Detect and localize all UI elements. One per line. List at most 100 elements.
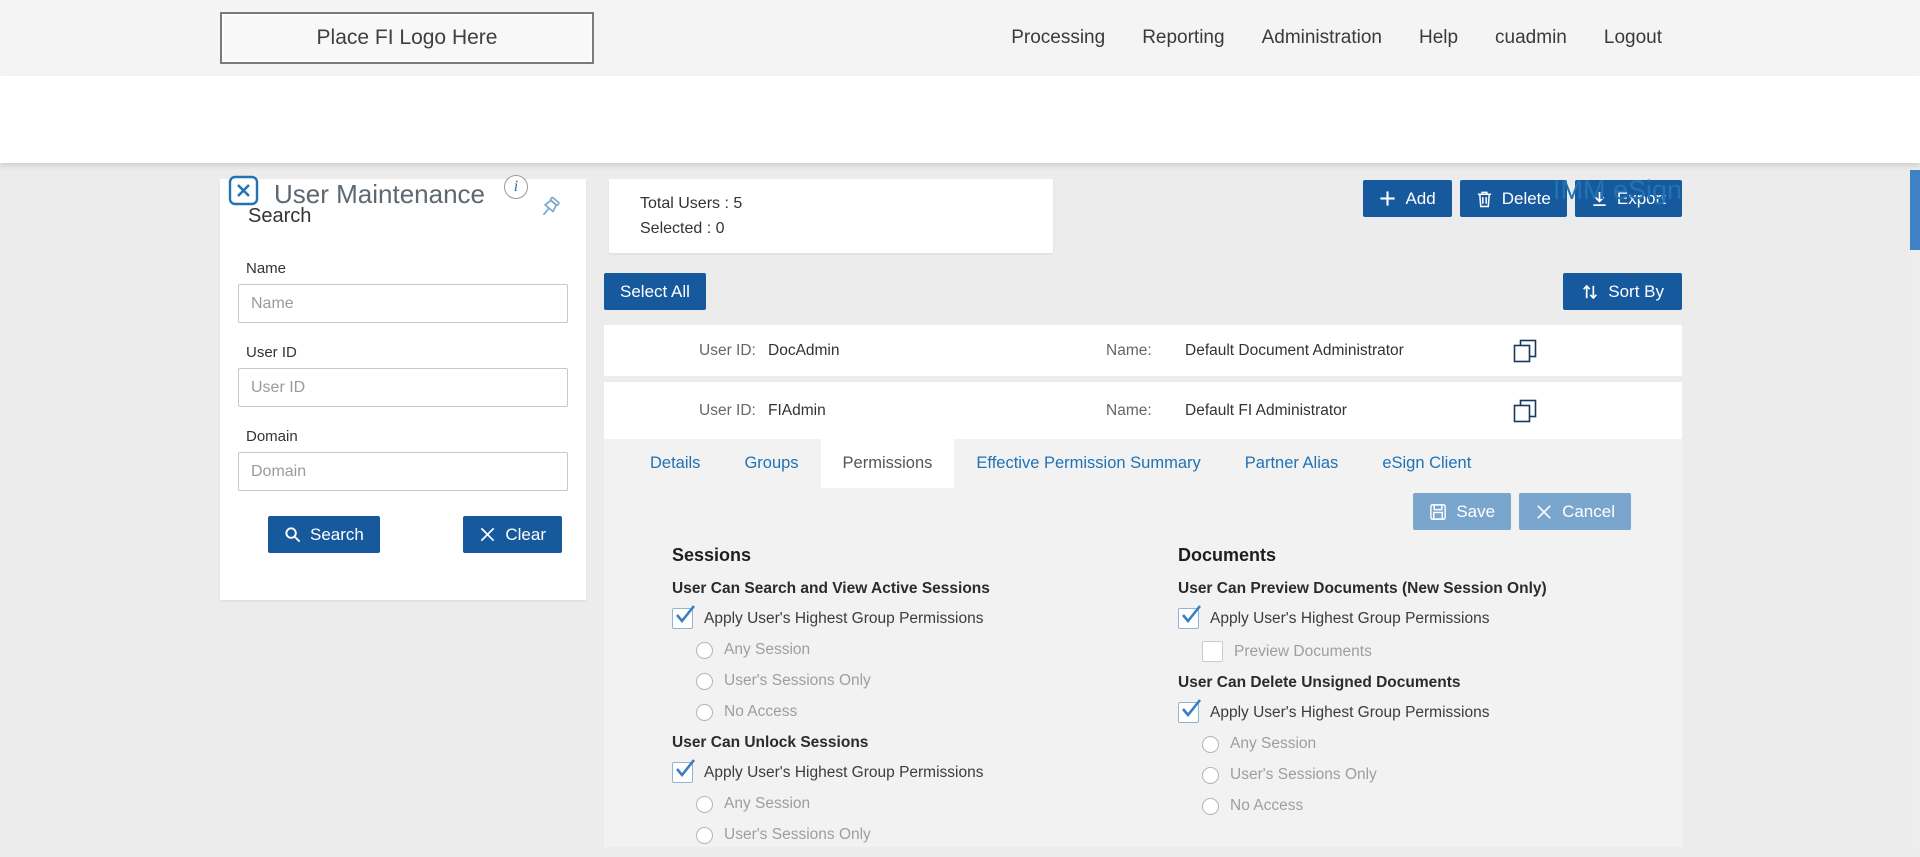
user-list: User ID: DocAdmin Name: Default Document… [604,325,1682,847]
scrollbar-thumb[interactable] [1910,170,1920,250]
radio-option-row: User's Sessions Only [696,672,1152,690]
radio-option-row: Any Session [696,641,1152,659]
checkbox[interactable] [672,608,693,629]
info-icon[interactable]: i [504,175,528,199]
apply-highest-group-permissions-row: Apply User's Highest Group Permissions [1178,702,1658,723]
perm-group-title: User Can Preview Documents (New Session … [1178,580,1658,598]
tab-effective-permission-summary[interactable]: Effective Permission Summary [954,439,1222,488]
checkbox-label: Apply User's Highest Group Permissions [704,764,983,782]
radio-label: No Access [1230,797,1303,815]
nav-processing[interactable]: Processing [1011,27,1105,49]
userid-field-label: User ID [246,344,568,361]
checkbox[interactable] [1202,641,1223,662]
tab-groups[interactable]: Groups [722,439,820,488]
domain-input[interactable] [238,452,568,491]
perm-group-title: User Can Delete Unsigned Documents [1178,674,1658,692]
radio-label: User's Sessions Only [724,826,871,844]
nav-reporting[interactable]: Reporting [1142,27,1224,49]
documents-heading: Documents [1178,545,1658,566]
radio-button[interactable] [1202,736,1219,753]
info-glyph: i [514,178,518,196]
select-all-button[interactable]: Select All [604,273,706,310]
sort-by-label: Sort By [1608,282,1664,302]
trash-icon [1476,190,1493,208]
user-row-docadmin[interactable]: User ID: DocAdmin Name: Default Document… [604,325,1682,376]
radio-label: No Access [724,703,797,721]
radio-button[interactable] [696,796,713,813]
userid-value: FIAdmin [768,382,826,439]
checkbox[interactable] [672,762,693,783]
radio-option-row: User's Sessions Only [696,826,1152,844]
plus-icon [1379,190,1396,207]
search-actions: Search Clear [268,516,562,553]
delete-button-label: Delete [1502,189,1551,209]
documents-column: Documents User Can Preview Documents (Ne… [1178,545,1658,828]
save-floppy-icon [1429,503,1447,521]
radio-button[interactable] [1202,767,1219,784]
tab-esign-client[interactable]: eSign Client [1360,439,1493,488]
sessions-heading: Sessions [672,545,1152,566]
nav-logout[interactable]: Logout [1604,27,1662,49]
detail-actions: Save Cancel [604,493,1631,530]
scrollbar-track[interactable] [1910,163,1920,847]
radio-button[interactable] [696,642,713,659]
apply-highest-group-permissions-row: Apply User's Highest Group Permissions [672,608,1152,629]
search-button[interactable]: Search [268,516,380,553]
apply-highest-group-permissions-row: Apply User's Highest Group Permissions [672,762,1152,783]
tab-partner-alias[interactable]: Partner Alias [1223,439,1361,488]
radio-option-row: No Access [1202,797,1658,815]
nav-user-cuadmin[interactable]: cuadmin [1495,27,1567,49]
search-icon [284,526,301,543]
checkbox[interactable] [1178,608,1199,629]
nav-help[interactable]: Help [1419,27,1458,49]
sort-by-button[interactable]: Sort By [1563,273,1682,310]
radio-button[interactable] [696,827,713,844]
radio-option-row: Any Session [696,795,1152,813]
name-label: Name: [1106,325,1152,376]
checkbox[interactable] [1178,702,1199,723]
summary-card: Total Users : 5 Selected : 0 [609,179,1053,253]
clear-button[interactable]: Clear [463,516,562,553]
copy-user-button[interactable] [1512,338,1538,367]
tab-permissions[interactable]: Permissions [821,439,955,488]
radio-button[interactable] [696,704,713,721]
save-button[interactable]: Save [1413,493,1511,530]
name-label: Name: [1106,382,1152,439]
userid-input[interactable] [238,368,568,407]
name-field-label: Name [246,260,568,277]
domain-field-label: Domain [246,428,568,445]
radio-label: Any Session [1230,735,1316,753]
name-input[interactable] [238,284,568,323]
user-row-fiadmin[interactable]: User ID: FIAdmin Name: Default FI Admini… [604,382,1682,439]
checkmark-icon [673,757,698,780]
clear-button-label: Clear [505,525,546,545]
delete-user-button[interactable]: Delete [1460,180,1567,217]
cancel-button-label: Cancel [1562,502,1615,522]
radio-button[interactable] [696,673,713,690]
cancel-x-icon [1535,503,1553,521]
tab-details[interactable]: Details [628,439,722,488]
search-button-label: Search [310,525,364,545]
checkbox-label: Preview Documents [1234,643,1372,661]
add-button-label: Add [1405,189,1435,209]
copy-user-button[interactable] [1512,398,1538,427]
cancel-button[interactable]: Cancel [1519,493,1631,530]
nav-administration[interactable]: Administration [1262,27,1382,49]
add-user-button[interactable]: Add [1363,180,1451,217]
name-value: Default FI Administrator [1185,382,1347,439]
clear-x-icon [479,526,496,543]
radio-button[interactable] [1202,798,1219,815]
radio-option-row: No Access [696,703,1152,721]
selected-count-text: Selected : 0 [640,220,1053,238]
pin-icon[interactable] [536,195,564,228]
checkbox-label: Apply User's Highest Group Permissions [704,610,983,628]
brand-imm-esign: IMM eSign [1553,175,1682,205]
checkmark-icon [673,603,698,626]
sessions-column: Sessions User Can Search and View Active… [672,545,1152,857]
user-row-fiadmin-expanded: User ID: FIAdmin Name: Default FI Admini… [604,382,1682,847]
checkbox-label: Apply User's Highest Group Permissions [1210,704,1489,722]
userid-label: User ID: [699,382,756,439]
copy-icon [1512,338,1538,364]
apply-highest-group-permissions-row: Apply User's Highest Group Permissions [1178,608,1658,629]
perm-group-title: User Can Unlock Sessions [672,734,1152,752]
